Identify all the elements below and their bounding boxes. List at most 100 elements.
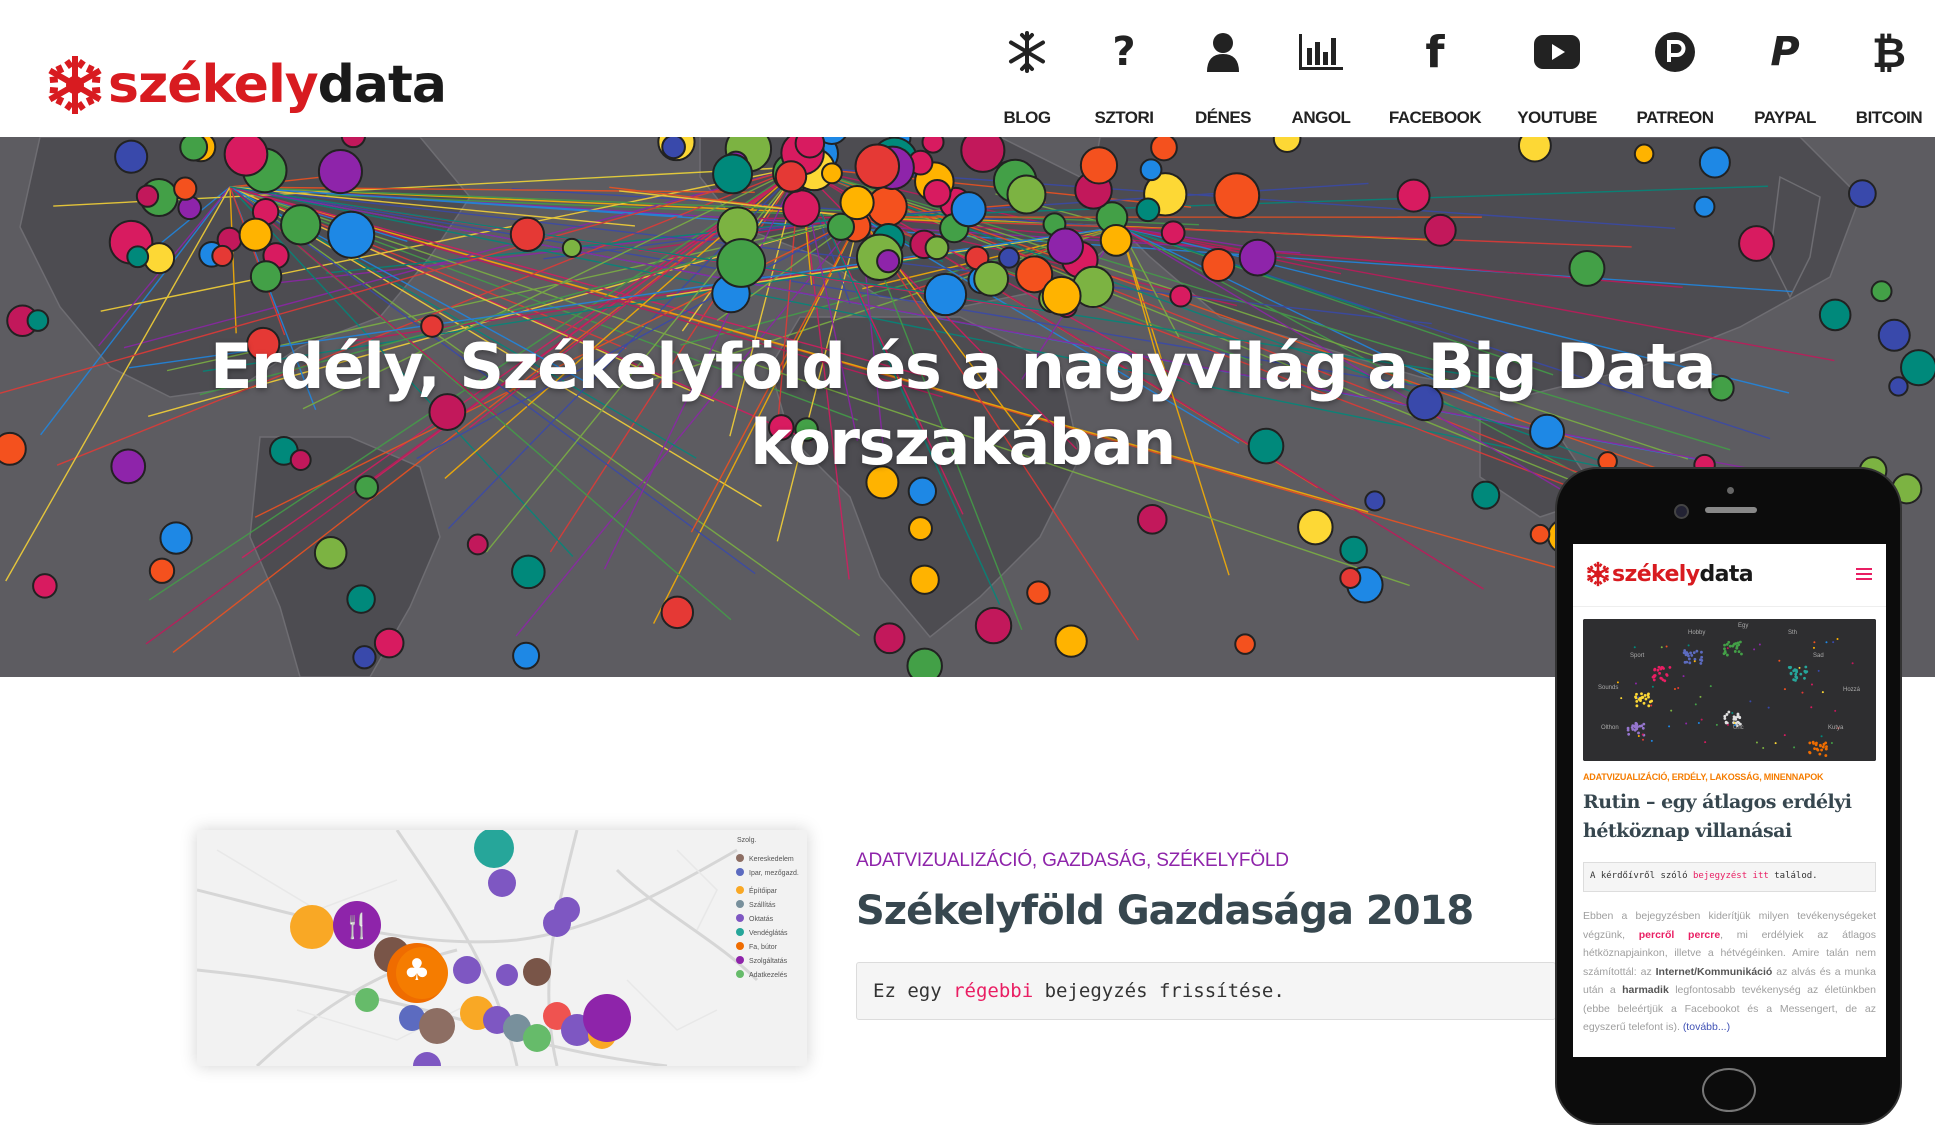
map-dot — [1364, 490, 1386, 512]
svg-text:Hobby: Hobby — [1688, 630, 1705, 636]
map-dot — [148, 557, 176, 584]
svg-text:Szolg.: Szolg. — [737, 837, 757, 844]
scatter-dot — [1642, 738, 1645, 741]
svg-text:Unc: Unc — [1733, 725, 1744, 731]
map-dot — [1529, 523, 1551, 545]
phone-mockup: székelydata Hobby Egy Sth Sport Sad Sounds H… — [1555, 467, 1902, 1125]
site-logo[interactable]: székelydata — [44, 50, 447, 120]
map-dot — [923, 272, 968, 317]
mobile-post-title[interactable]: Rutin – egy átlagos erdélyi hétköznap vi… — [1583, 788, 1876, 846]
excerpt-bold: harmadik — [1622, 984, 1669, 996]
svg-text:Hozzá: Hozzá — [1843, 687, 1861, 693]
nav-item-sztori[interactable]: ? SZTORI — [1074, 20, 1174, 128]
note-survey-link[interactable]: bejegyzést itt — [1693, 871, 1769, 881]
note-older-post-link[interactable]: régebbi — [953, 980, 1033, 1002]
nav-item-paypal[interactable]: P PAYPAL — [1735, 20, 1835, 128]
nav-label: SZTORI — [1094, 108, 1154, 127]
cluster-dot — [1686, 652, 1689, 656]
scatter-dot — [1677, 687, 1680, 690]
map-dot — [249, 260, 283, 293]
cluster-dot — [1815, 741, 1818, 745]
nav-label: YOUTUBE — [1517, 108, 1597, 127]
svg-text:Vendéglátás: Vendéglátás — [749, 930, 788, 937]
hamburger-menu-icon[interactable] — [1856, 568, 1872, 580]
svg-text:Szállítás: Szállítás — [749, 902, 776, 909]
map-dot — [317, 149, 363, 195]
svg-text:Adatkezelés: Adatkezelés — [749, 972, 788, 979]
mobile-post-thumbnail[interactable]: Hobby Egy Sth Sport Sad Sounds Hozzá Olthon K… — [1583, 619, 1876, 761]
cluster-dot — [1653, 668, 1656, 672]
cluster-dot — [1700, 650, 1703, 654]
cluster-dot — [1641, 726, 1645, 730]
scatter-dot — [1834, 709, 1837, 712]
hero-title-line1: Erdély, Székelyföld és a nagyvilág a Big… — [210, 330, 1716, 403]
svg-text:Kereskedelem: Kereskedelem — [749, 856, 794, 863]
phone-home-button — [1702, 1068, 1756, 1112]
phone-screen: székelydata Hobby Egy Sth Sport Sad Sounds H… — [1573, 544, 1886, 1057]
excerpt-bold: Internet/Kommunikáció — [1655, 965, 1773, 978]
cluster-dot — [1642, 701, 1646, 705]
map-dot — [712, 153, 754, 195]
cluster-dot — [1690, 654, 1694, 657]
map-dot — [1006, 174, 1047, 215]
read-more-link[interactable]: (tovább...) — [1683, 1021, 1730, 1033]
post-title[interactable]: Székelyföld Gazdasága 2018 — [856, 888, 1474, 934]
map-dot — [346, 584, 376, 614]
logo-text: székelydata — [108, 59, 447, 111]
nav-item-denes[interactable]: DÉNES — [1173, 20, 1273, 128]
cluster-dot — [1627, 732, 1631, 736]
nav-item-youtube[interactable]: YOUTUBE — [1507, 20, 1607, 128]
post-thumbnail-map[interactable]: ♣ 🍴 Szolg. Kereskedelem Ipar, mezőgazd. … — [197, 830, 807, 1066]
map-dot — [466, 533, 489, 556]
mobile-logo[interactable]: székelydata — [1585, 561, 1754, 587]
nav-item-bitcoin[interactable]: ₿ BITCOIN — [1839, 20, 1935, 128]
map-thumbnail-graphic: ♣ 🍴 Szolg. Kereskedelem Ipar, mezőgazd. … — [197, 830, 807, 1066]
map-dot — [973, 260, 1010, 297]
phone-sensor — [1727, 487, 1734, 494]
cluster-dot — [1635, 704, 1639, 708]
nav-item-facebook[interactable]: f FACEBOOK — [1385, 20, 1485, 128]
mobile-post-categories[interactable]: ADATVIZUALIZÁCIÓ, ERDÉLY, LAKOSSÁG, MINE… — [1583, 772, 1824, 782]
cluster-dot — [1795, 675, 1798, 679]
map-dot — [1054, 624, 1088, 658]
nav-item-blog[interactable]: BLOG — [977, 20, 1077, 128]
cluster-dot — [1808, 751, 1812, 755]
snowflake-icon — [977, 20, 1077, 84]
map-dot — [1870, 280, 1893, 303]
cluster-dot — [1634, 721, 1638, 725]
cluster-dot — [1725, 713, 1729, 716]
svg-text:♣: ♣ — [404, 953, 431, 988]
scatter-dot — [1693, 660, 1696, 663]
cluster-dot — [1822, 742, 1826, 746]
nav-item-patreon[interactable]: PATREON — [1625, 20, 1725, 128]
cluster-dot — [1813, 747, 1816, 751]
map-dot — [1698, 146, 1731, 179]
svg-text:Ipar, mezőgazd.: Ipar, mezőgazd. — [749, 870, 799, 877]
post-categories[interactable]: ADATVIZUALIZÁCIÓ, GAZDASÁG, SZÉKELYFÖLD — [856, 850, 1289, 872]
scatter-dot — [1650, 739, 1653, 742]
scatter-dot — [1709, 685, 1712, 688]
map-dot — [1139, 158, 1163, 182]
map-dot — [1099, 223, 1133, 257]
cluster-dot — [1637, 731, 1640, 735]
note-text-end: bejegyzés frissítése. — [1033, 980, 1285, 1002]
map-dot — [923, 179, 952, 208]
cluster-dot — [1732, 715, 1736, 719]
map-dot — [876, 249, 901, 274]
cluster-dot — [1818, 752, 1822, 756]
map-dot — [1046, 227, 1084, 265]
cluster-dot — [1662, 667, 1665, 670]
cluster-dot — [1695, 649, 1699, 653]
cluster-dot — [1683, 660, 1687, 664]
logo-text-dark: data — [1699, 561, 1754, 587]
cluster-dot — [1789, 672, 1793, 676]
svg-text:Szolgáltatás: Szolgáltatás — [749, 958, 788, 965]
map-dot — [1396, 178, 1431, 213]
snowflake-logo-icon — [1585, 561, 1611, 587]
nav-item-angol[interactable]: ANGOL — [1271, 20, 1371, 128]
map-dot — [660, 595, 695, 630]
scatter-dot — [1694, 703, 1697, 706]
cluster-dot — [1699, 661, 1703, 665]
excerpt-highlight: percről percre — [1638, 928, 1721, 941]
cluster-dot — [1793, 668, 1797, 672]
